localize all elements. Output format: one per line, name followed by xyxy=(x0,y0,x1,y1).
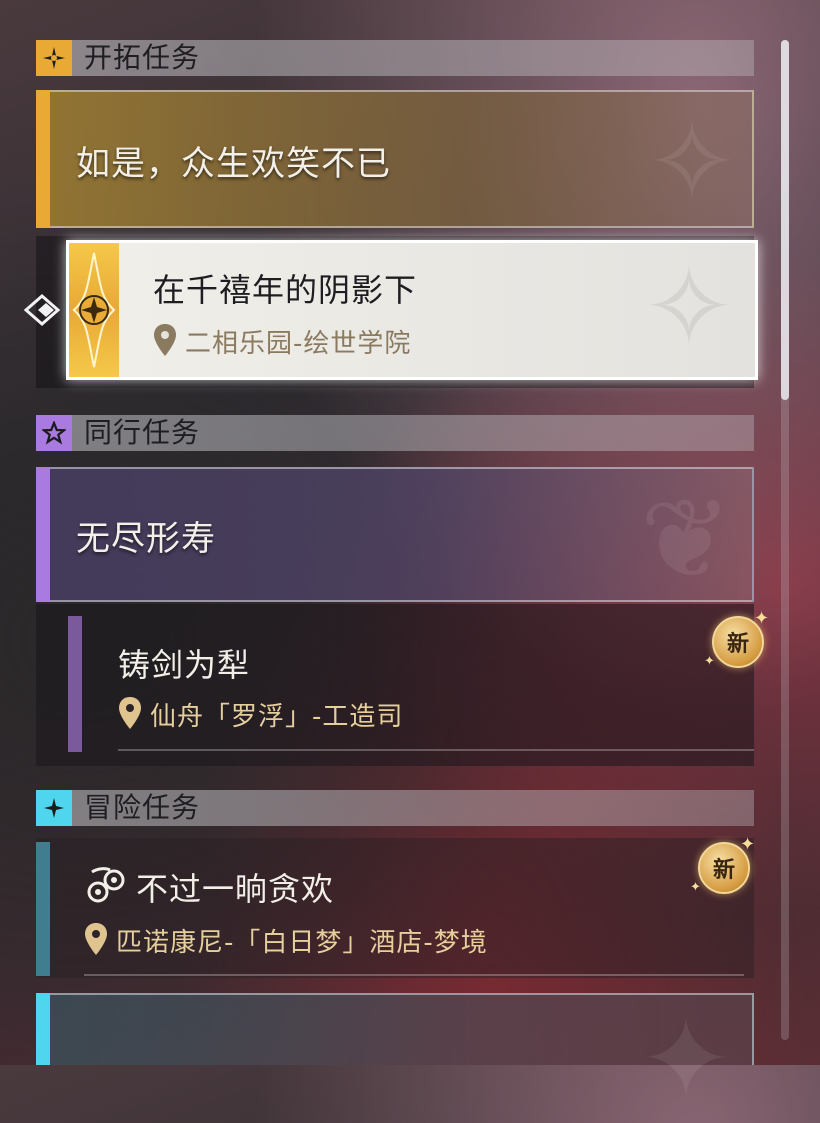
quest-name: 铸剑为犁 xyxy=(118,646,251,684)
emblem-watermark: ✧ xyxy=(645,98,738,226)
sparkle-icon: ✦ xyxy=(754,608,770,629)
quest-location: 仙舟「罗浮」-工造司 xyxy=(150,702,404,732)
emblem-watermark: ✦ xyxy=(639,995,732,1123)
quest-item[interactable]: 不过一晌贪欢 匹诺康尼-「白日梦」酒店-梦境 新 ✦ ✦ xyxy=(36,834,755,978)
group-accent-bar xyxy=(36,993,50,1065)
sparkle-icon: ✦ xyxy=(690,880,701,895)
adventure-icon xyxy=(36,790,72,826)
group-accent-bar xyxy=(36,90,50,228)
group-title: 无尽形寿 xyxy=(76,519,216,559)
companion-star-icon xyxy=(36,415,72,451)
daily-event-icon xyxy=(84,866,128,906)
group-accent-bar xyxy=(36,467,50,602)
section-header-trailblaze: 开拓任务 xyxy=(36,40,754,76)
divider xyxy=(118,749,754,751)
group-title: 如是，众生欢笑不已 xyxy=(76,144,391,184)
section-title: 同行任务 xyxy=(84,416,201,449)
section-header-adventure: 冒险任务 xyxy=(36,790,754,826)
quest-group-companion[interactable]: ❦ 无尽形寿 xyxy=(36,467,754,603)
quest-location: 匹诺康尼-「白日梦」酒店-梦境 xyxy=(116,928,488,958)
quest-type-badge xyxy=(69,243,119,377)
quest-item[interactable]: 铸剑为犁 仙舟「罗浮」-工造司 新 ✦ ✦ xyxy=(36,604,769,766)
section-title: 冒险任务 xyxy=(84,791,201,824)
trailblaze-icon xyxy=(36,40,72,76)
sparkle-icon: ✦ xyxy=(740,834,756,855)
quest-group-adventure[interactable]: ✦ xyxy=(36,993,754,1123)
selected-pointer-icon xyxy=(23,292,64,328)
quest-item-selected[interactable]: ✧ 在千禧年的阴影下 二相乐园-绘世学院 xyxy=(66,240,758,380)
sparkle-icon: ✦ xyxy=(704,654,715,669)
emblem-watermark: ❦ xyxy=(639,475,732,603)
quest-name: 不过一晌贪欢 xyxy=(136,870,335,908)
quest-accent-bar xyxy=(36,842,50,976)
section-title: 开拓任务 xyxy=(84,41,201,74)
emblem-watermark: ✧ xyxy=(642,243,735,371)
location-pin-icon xyxy=(153,323,177,357)
location-pin-icon xyxy=(84,922,108,956)
section-header-companion: 同行任务 xyxy=(36,415,754,451)
location-pin-icon xyxy=(118,696,142,730)
quest-accent-bar xyxy=(68,616,82,752)
scrollbar-thumb[interactable] xyxy=(781,40,789,400)
divider xyxy=(84,974,744,976)
quest-location: 二相乐园-绘世学院 xyxy=(185,329,412,359)
quest-name: 在千禧年的阴影下 xyxy=(153,271,418,309)
quest-group-trailblaze[interactable]: ✧ 如是，众生欢笑不已 xyxy=(36,90,754,228)
